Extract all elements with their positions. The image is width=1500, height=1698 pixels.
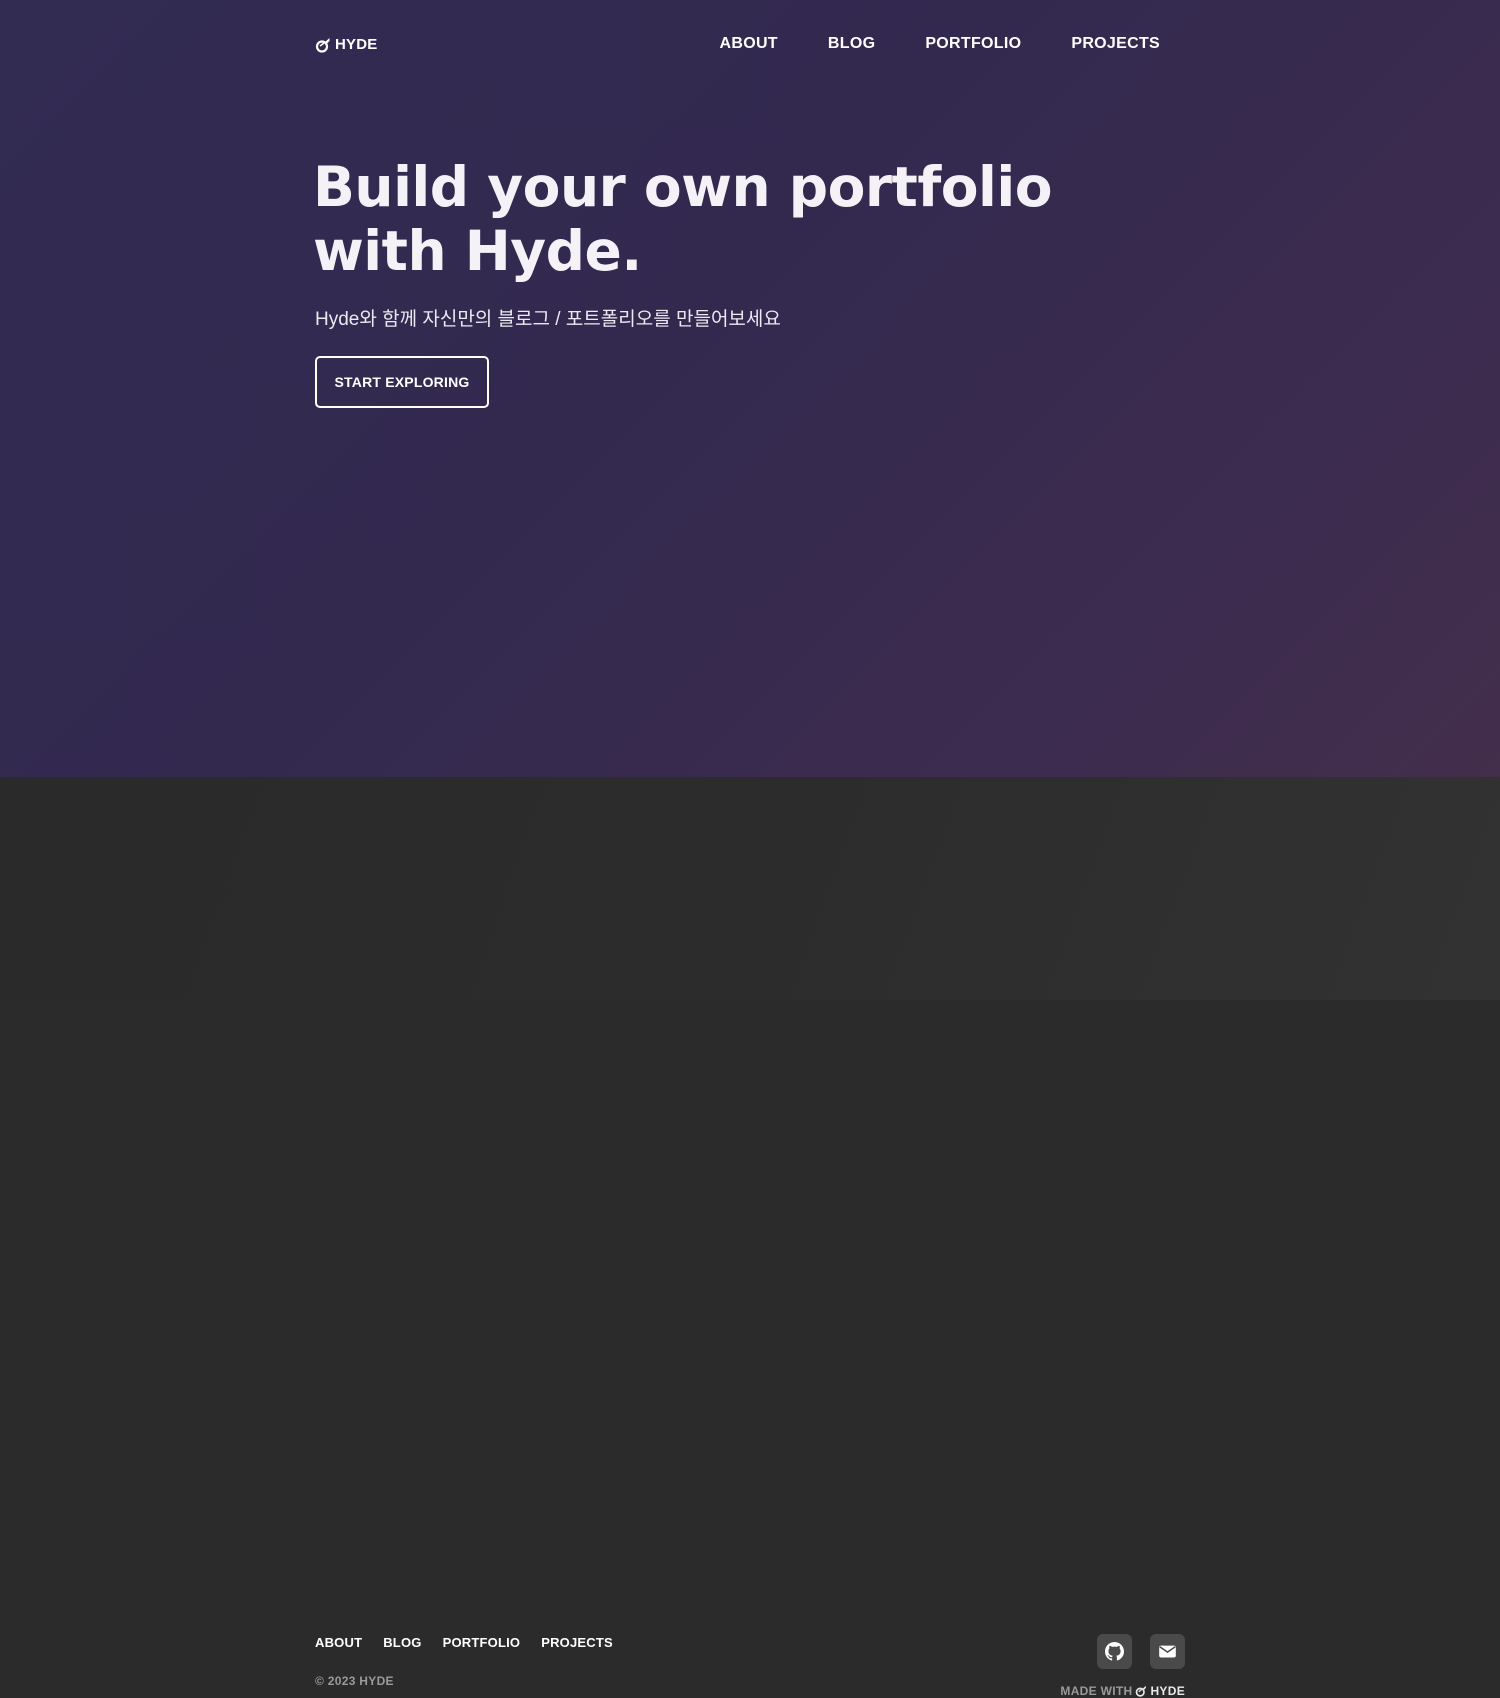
hero-subtitle: Hyde와 함께 자신만의 블로그 / 포트폴리오를 만들어보세요 [315,309,781,330]
brand-logo[interactable]: HYDE [315,36,377,53]
social-links [1097,1634,1185,1669]
footer-link-portfolio[interactable]: PORTFOLIO [443,1635,521,1650]
github-icon [1105,1642,1124,1661]
hero-headline-line1: Build your own portfolio [313,155,1053,219]
footer-link-blog[interactable]: BLOG [383,1635,421,1650]
made-with-text: MADE WITH [1060,1684,1133,1698]
main-nav: ABOUT BLOG PORTFOLIO PROJECTS [720,35,1161,53]
nav-link-portfolio[interactable]: PORTFOLIO [925,35,1021,53]
mail-button[interactable] [1150,1634,1185,1669]
hero-section: HYDE ABOUT BLOG PORTFOLIO PROJECTS Build… [0,0,1500,777]
footer-link-projects[interactable]: PROJECTS [541,1635,613,1650]
footer-link-about[interactable]: ABOUT [315,1635,362,1650]
footer: ABOUT BLOG PORTFOLIO PROJECTS © 2023 HYD… [0,777,1500,1698]
hero-headline: Build your own portfolio with Hyde. [313,155,1113,283]
made-with-brand[interactable]: HYDE [1150,1684,1185,1698]
nav-link-projects[interactable]: PROJECTS [1071,35,1160,53]
start-exploring-button[interactable]: START EXPLORING [315,356,489,408]
hyde-logo-icon [315,37,330,53]
copyright-text: © 2023 HYDE [315,1674,394,1688]
made-with-credit: MADE WITH HYDE [1060,1684,1185,1698]
hyde-logo-icon [1136,1685,1147,1697]
brand-name: HYDE [335,36,378,53]
hero-headline-line2: with Hyde. [313,219,642,283]
nav-link-blog[interactable]: BLOG [828,35,875,53]
mail-icon [1159,1645,1176,1658]
github-button[interactable] [1097,1634,1132,1669]
nav-link-about[interactable]: ABOUT [720,35,778,53]
footer-nav: ABOUT BLOG PORTFOLIO PROJECTS [315,1635,613,1650]
